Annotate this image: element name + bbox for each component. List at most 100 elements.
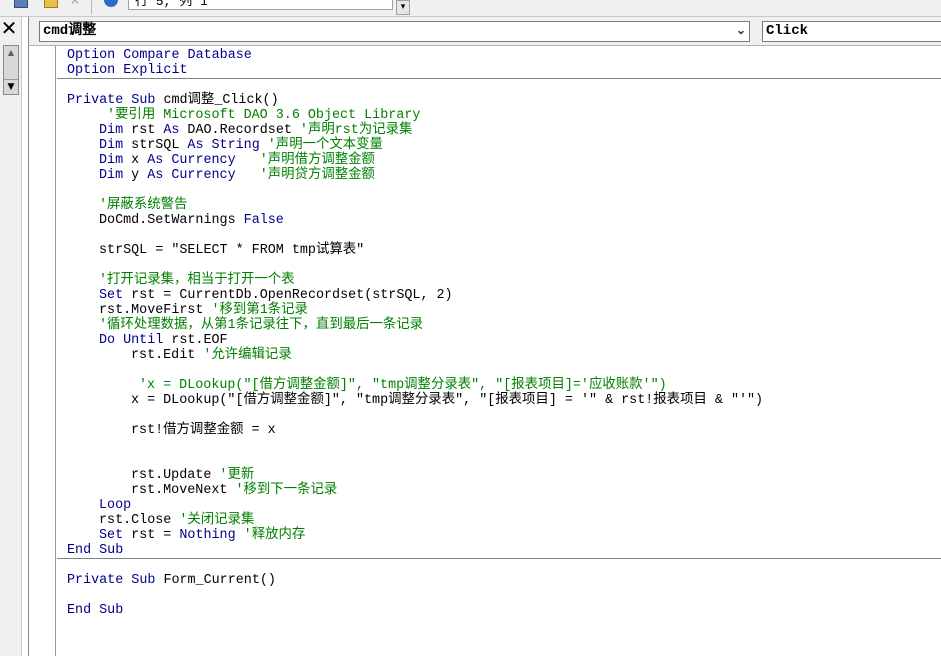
object-dropdown[interactable]: cmd调整 ⌄ — [39, 21, 750, 42]
code-line[interactable]: '打开记录集，相当于打开一个表 — [67, 273, 295, 288]
code-comment: '移到第1条记录 — [211, 303, 308, 318]
scroll-up-arrow-icon[interactable]: ▲ — [4, 46, 18, 59]
code-line[interactable]: Set rst = Nothing '释放内存 — [67, 528, 305, 543]
code-line[interactable]: Option Explicit — [67, 63, 188, 78]
code-text: x = DLookup("[借方调整金额]", "tmp调整分录表", "[报表… — [131, 393, 764, 408]
code-line[interactable]: Do Until rst.EOF — [67, 333, 228, 348]
code-text: y — [131, 168, 148, 183]
code-comment: 'x = DLookup("[借方调整金额]", "tmp调整分录表", "[报… — [139, 378, 667, 393]
code-keyword: End Sub — [67, 603, 124, 618]
code-keyword: Set — [99, 288, 132, 303]
code-keyword: False — [243, 213, 284, 228]
code-line[interactable]: rst.MoveNext '移到下一条记录 — [67, 483, 337, 498]
code-line[interactable]: rst!借方调整金额 = x — [67, 423, 276, 438]
code-line[interactable]: Dim rst As DAO.Recordset '声明rst为记录集 — [67, 123, 412, 138]
code-comment: '更新 — [219, 468, 255, 483]
code-keyword: End Sub — [67, 543, 124, 558]
object-dropdown-value: cmd调整 — [43, 23, 97, 39]
cursor-position: 行 5, 列 1 — [128, 0, 393, 10]
code-line[interactable]: Loop — [67, 498, 131, 513]
code-line[interactable]: Private Sub Form_Current() — [67, 573, 276, 588]
code-keyword: Dim — [99, 138, 132, 153]
code-keyword: Option Compare Database — [67, 48, 252, 63]
code-keyword: Dim — [99, 153, 132, 168]
code-keyword: Nothing — [179, 528, 244, 543]
code-keyword: Loop — [99, 498, 132, 513]
code-line[interactable]: Dim y As Currency '声明贷方调整金额 — [67, 168, 375, 183]
code-line[interactable]: Dim strSQL As String '声明一个文本变量 — [67, 138, 383, 153]
code-line[interactable]: rst.Close '关闭记录集 — [67, 513, 254, 528]
procedure-separator — [57, 558, 941, 559]
code-line[interactable]: 'x = DLookup("[借方调整金额]", "tmp调整分录表", "[报… — [67, 378, 667, 393]
code-text: strSQL — [131, 138, 188, 153]
code-comment: '声明rst为记录集 — [299, 123, 413, 138]
code-line[interactable]: rst.Edit '允许编辑记录 — [67, 348, 292, 363]
code-keyword: As Currency — [147, 168, 236, 183]
code-keyword: Private Sub — [67, 573, 164, 588]
code-text: rst.Update — [131, 468, 220, 483]
code-text: strSQL = "SELECT * FROM tmp试算表" — [99, 243, 365, 258]
code-keyword: Private Sub — [67, 93, 164, 108]
toolbar: × 行 5, 列 1 ▾ — [0, 0, 941, 17]
code-window: cmd调整 ⌄ Click Option Compare Database Op… — [28, 17, 941, 656]
combo-bar: cmd调整 ⌄ Click — [29, 17, 941, 46]
code-comment: '移到下一条记录 — [235, 483, 338, 498]
code-line[interactable]: Private Sub cmd调整_Click() — [67, 93, 279, 108]
code-comment: '打开记录集，相当于打开一个表 — [99, 273, 295, 288]
code-comment: '声明一个文本变量 — [267, 138, 383, 153]
code-line[interactable]: rst.MoveFirst '移到第1条记录 — [67, 303, 308, 318]
code-keyword: As String — [187, 138, 268, 153]
procedure-dropdown[interactable]: Click — [762, 21, 941, 42]
code-text: rst.Close — [99, 513, 180, 528]
grid-icon[interactable] — [14, 0, 28, 8]
code-comment: '声明贷方调整金额 — [259, 168, 375, 183]
code-text: rst!借方调整金额 = x — [131, 423, 276, 438]
code-comment: '屏蔽系统警告 — [99, 198, 188, 213]
code-text: rst — [131, 123, 164, 138]
code-line[interactable]: '要引用 Microsoft DAO 3.6 Object Library — [67, 108, 420, 123]
code-comment: '要引用 Microsoft DAO 3.6 Object Library — [107, 108, 421, 123]
margin-indicator-bar[interactable] — [29, 46, 56, 656]
code-line[interactable]: '循环处理数据，从第1条记录往下，直到最后一条记录 — [67, 318, 423, 333]
code-text: rst.EOF — [171, 333, 228, 348]
scroll-down-arrow-icon[interactable]: ▼ — [4, 79, 18, 94]
chevron-down-icon[interactable]: ⌄ — [736, 22, 746, 41]
code-text: rst.MoveNext — [131, 483, 236, 498]
procedure-separator — [57, 78, 941, 79]
code-keyword: As — [163, 123, 188, 138]
code-text: Form_Current() — [163, 573, 276, 588]
code-line[interactable]: Option Compare Database — [67, 48, 252, 63]
code-text: rst.Edit — [131, 348, 204, 363]
code-keyword: Option Explicit — [67, 63, 188, 78]
toolbar-separator — [91, 0, 92, 14]
code-line[interactable]: Set rst = CurrentDb.OpenRecordset(strSQL… — [67, 288, 453, 303]
code-text: rst = — [131, 528, 180, 543]
code-comment: '释放内存 — [243, 528, 306, 543]
code-line[interactable]: rst.Update '更新 — [67, 468, 254, 483]
code-comment: '循环处理数据，从第1条记录往下，直到最后一条记录 — [99, 318, 424, 333]
code-keyword: Dim — [99, 168, 132, 183]
code-keyword: As Currency — [147, 153, 236, 168]
close-window-button[interactable]: ✕ — [0, 18, 18, 38]
help-icon[interactable] — [104, 0, 118, 7]
code-keyword: Dim — [99, 123, 132, 138]
pencil-icon[interactable] — [44, 0, 58, 8]
toolbar-dropdown-button[interactable]: ▾ — [396, 0, 410, 15]
code-comment: '关闭记录集 — [179, 513, 255, 528]
code-keyword: Do Until — [99, 333, 172, 348]
close-icon[interactable]: × — [70, 0, 80, 7]
code-line[interactable]: strSQL = "SELECT * FROM tmp试算表" — [67, 243, 364, 258]
vertical-scrollbar[interactable]: ▲ ▼ — [3, 45, 19, 95]
code-text: cmd调整_Click() — [163, 93, 279, 108]
code-line[interactable]: x = DLookup("[借方调整金额]", "tmp调整分录表", "[报表… — [67, 393, 763, 408]
code-line[interactable]: DoCmd.SetWarnings False — [67, 213, 284, 228]
code-text: DAO.Recordset — [187, 123, 300, 138]
code-line[interactable]: '屏蔽系统警告 — [67, 198, 187, 213]
code-line[interactable]: Dim x As Currency '声明借方调整金额 — [67, 153, 375, 168]
left-panel: ✕ ▲ ▼ — [0, 17, 22, 656]
code-text: DoCmd.SetWarnings — [99, 213, 244, 228]
code-line[interactable]: End Sub — [67, 603, 123, 618]
code-keyword: Set — [99, 528, 132, 543]
code-line[interactable]: End Sub — [67, 543, 123, 558]
